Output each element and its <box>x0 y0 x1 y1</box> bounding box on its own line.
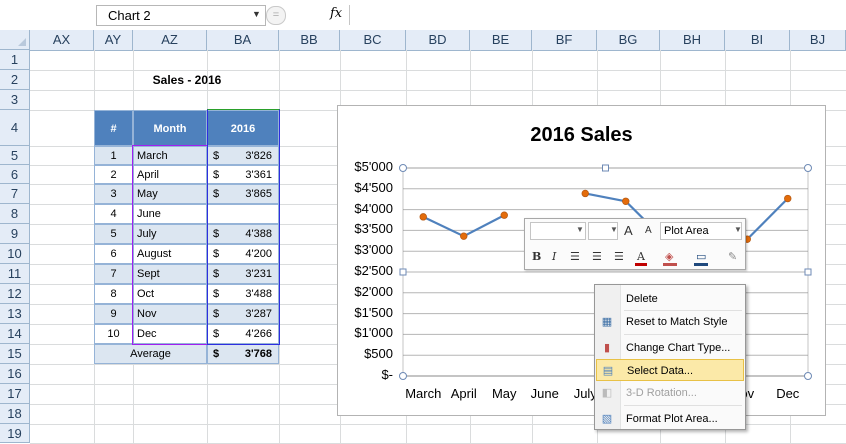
menu-separator <box>624 405 742 406</box>
y-tick-label: $500 <box>364 346 393 362</box>
shrink-font-icon[interactable]: A <box>645 225 652 236</box>
fill-color-icon[interactable]: ◈ <box>665 250 673 263</box>
series-line-segment <box>463 214 505 238</box>
x-tick-label: June <box>530 386 559 401</box>
menu-item-label: Reset to Match Style <box>626 316 728 328</box>
series-line-segment <box>746 197 789 241</box>
chart-type-icon: ▮ <box>603 342 611 354</box>
plot-area-handle <box>399 372 407 380</box>
menu-item-3d-rotation[interactable]: ◧ 3-D Rotation... <box>596 382 744 404</box>
font-size-dropdown-icon[interactable]: ▼ <box>610 225 618 234</box>
fill-color-swatch <box>663 263 677 266</box>
outline-color-swatch <box>694 263 708 266</box>
font-name-dropdown-icon[interactable]: ▼ <box>576 225 584 234</box>
y-tick-label: $5'000 <box>354 159 393 174</box>
menu-separator <box>624 334 742 335</box>
y-tick-label: $3'500 <box>354 221 393 237</box>
menu-item-label: Delete <box>626 293 658 305</box>
plot-area-handle <box>804 164 812 172</box>
bold-button[interactable]: B <box>532 250 541 263</box>
font-color-button[interactable]: A <box>637 250 645 263</box>
align-right-icon[interactable]: ☰ <box>614 250 624 263</box>
y-tick-label: $1'000 <box>354 325 393 341</box>
reset-style-icon: ▦ <box>601 316 613 328</box>
menu-item-label: Change Chart Type... <box>626 342 731 354</box>
plot-area-handle <box>399 268 407 276</box>
series-line-segment <box>422 215 465 238</box>
menu-item-format-plot-area[interactable]: ▧ Format Plot Area... <box>596 408 744 430</box>
data-point-march <box>419 213 427 221</box>
x-tick-label: May <box>491 386 517 401</box>
y-tick-label: $1'500 <box>354 304 393 320</box>
y-tick-label: $4'000 <box>354 200 393 216</box>
select-data-icon: ▤ <box>602 365 614 377</box>
align-left-icon[interactable]: ☰ <box>570 250 580 263</box>
plot-area-handle <box>602 164 609 172</box>
data-point-august <box>622 197 630 205</box>
series-line-segment <box>585 192 626 203</box>
format-area-icon: ▧ <box>601 413 613 425</box>
x-tick-label: April <box>450 386 477 401</box>
x-tick-label: March <box>405 386 442 401</box>
menu-item-label: Select Data... <box>627 365 694 377</box>
x-tick-label: Dec <box>776 386 800 401</box>
menu-item-reset-style[interactable]: ▦ Reset to Match Style <box>596 311 744 333</box>
plot-area-handle <box>399 164 407 172</box>
plot-area-handle <box>804 268 812 276</box>
outline-color-icon[interactable]: ▭ <box>696 250 706 263</box>
data-point-july <box>581 189 589 198</box>
format-painter-icon[interactable]: ✎ <box>728 250 737 263</box>
font-color-swatch <box>635 263 647 266</box>
chart-element-select[interactable]: Plot Area <box>660 222 742 240</box>
italic-button[interactable]: I <box>552 250 556 263</box>
menu-item-label: 3-D Rotation... <box>626 387 697 399</box>
align-center-icon[interactable]: ☰ <box>592 250 602 263</box>
plot-area-handle <box>804 372 812 380</box>
data-point-april <box>460 232 468 240</box>
menu-item-label: Format Plot Area... <box>626 413 718 425</box>
rotation-icon: ◧ <box>601 387 613 399</box>
grow-font-icon[interactable]: A <box>624 223 633 238</box>
chart-element-dropdown-icon[interactable]: ▼ <box>734 225 742 234</box>
y-tick-label: $3'000 <box>354 242 393 258</box>
menu-item-select-data[interactable]: ▤ Select Data... <box>596 359 744 381</box>
data-point-may <box>500 211 508 219</box>
y-tick-label: $4'500 <box>354 179 393 195</box>
data-point-dec <box>784 194 792 203</box>
menu-item-change-chart-type[interactable]: ▮ Change Chart Type... <box>596 337 744 359</box>
y-tick-label: $2'000 <box>354 283 393 299</box>
y-tick-label: $2'500 <box>354 263 393 278</box>
menu-item-delete[interactable]: Delete <box>596 288 744 310</box>
y-tick-label: $- <box>381 367 393 382</box>
